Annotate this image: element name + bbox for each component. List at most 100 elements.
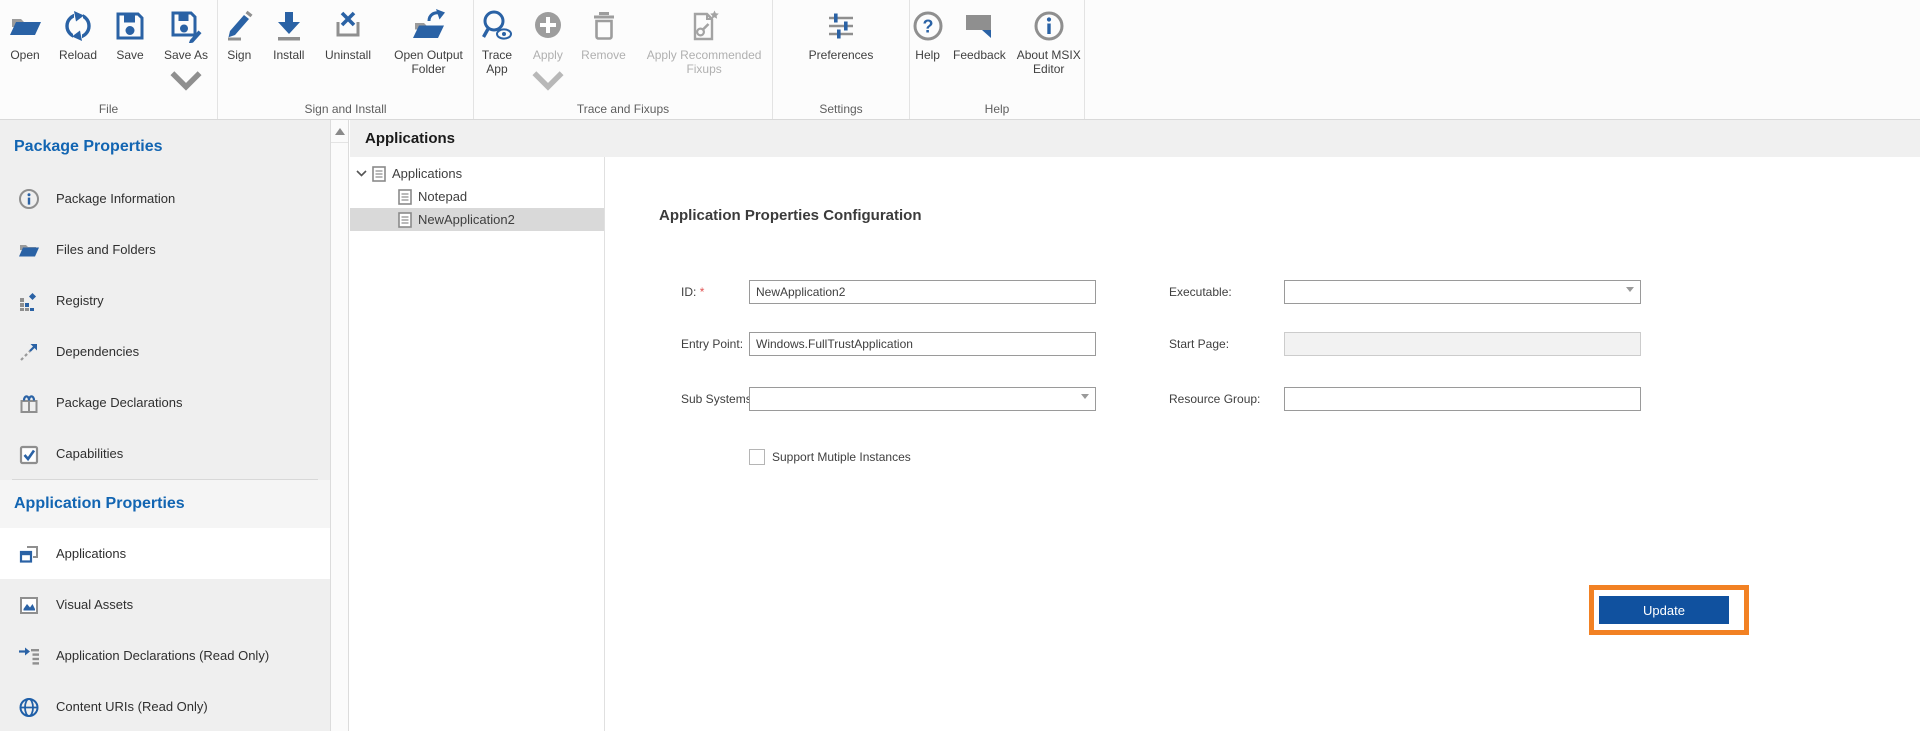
trace-app-button[interactable]: Trace App xyxy=(474,9,520,76)
sidebar-item-label: Content URIs (Read Only) xyxy=(56,699,208,714)
combo-arrow-icon[interactable] xyxy=(1626,287,1634,292)
update-button[interactable]: Update xyxy=(1599,596,1729,624)
panel-header: Applications xyxy=(350,120,1920,157)
tree-item-applications-root[interactable]: Applications xyxy=(350,162,604,185)
applications-tree: Applications Notepad NewApplication2 xyxy=(350,157,605,731)
gift-box-icon xyxy=(18,392,40,414)
feedback-button[interactable]: Feedback xyxy=(950,9,1008,62)
help-icon: ? xyxy=(911,9,945,43)
sub-systems-input[interactable] xyxy=(750,388,1075,410)
help-button[interactable]: ? Help xyxy=(910,9,945,62)
feedback-icon xyxy=(962,9,996,43)
install-button[interactable]: Install xyxy=(266,9,312,62)
sidebar-item-files-and-folders[interactable]: Files and Folders xyxy=(0,224,330,275)
form-heading: Application Properties Configuration xyxy=(659,207,922,224)
button-label: Save As xyxy=(164,48,208,62)
save-as-icon xyxy=(169,9,203,43)
ribbon-group-file: Open Reload xyxy=(0,0,218,119)
remove-button: Remove xyxy=(576,9,631,62)
document-icon xyxy=(372,166,386,182)
open-output-folder-button[interactable]: Open Output Folder xyxy=(384,9,473,76)
sidebar-item-applications[interactable]: Applications xyxy=(0,528,330,579)
chevron-down-icon[interactable] xyxy=(356,170,367,177)
registry-grid-icon xyxy=(18,290,40,312)
ribbon-group-label-settings: Settings xyxy=(773,102,909,116)
start-page-input xyxy=(1284,332,1641,356)
required-asterisk: * xyxy=(700,285,705,299)
sidebar-item-visual-assets[interactable]: Visual Assets xyxy=(0,579,330,630)
button-label: Open Output Folder xyxy=(384,48,473,76)
ribbon-group-label-help: Help xyxy=(910,102,1084,116)
open-button[interactable]: Open xyxy=(2,9,48,62)
sidebar-item-application-declarations[interactable]: Application Declarations (Read Only) xyxy=(0,630,330,681)
tree-item-label: NewApplication2 xyxy=(418,212,515,227)
sidebar-item-package-information[interactable]: Package Information xyxy=(0,173,330,224)
apply-recommended-fixups-button: Apply Recommended Fixups xyxy=(636,9,772,76)
globe-icon xyxy=(18,696,40,718)
image-icon xyxy=(18,594,40,616)
entry-point-input[interactable] xyxy=(749,332,1096,356)
open-output-folder-icon xyxy=(411,9,445,43)
save-button[interactable]: Save xyxy=(108,9,152,62)
about-msix-editor-button[interactable]: About MSIX Editor xyxy=(1013,9,1084,76)
save-as-button[interactable]: Save As xyxy=(157,9,215,97)
sidebar-scrollbar[interactable] xyxy=(330,120,349,731)
sidebar-item-label: Package Declarations xyxy=(56,395,182,410)
entry-point-label: Entry Point: xyxy=(681,332,743,356)
application-properties-form: Application Properties Configuration ID:… xyxy=(606,157,1920,731)
application-properties-header: Application Properties xyxy=(0,480,330,528)
sidebar-item-content-uris[interactable]: Content URIs (Read Only) xyxy=(0,681,330,731)
arrow-list-icon xyxy=(18,645,40,667)
update-button-highlight: Update xyxy=(1589,585,1749,635)
sub-systems-label: Sub Systems: xyxy=(681,387,755,411)
button-label: Save xyxy=(116,48,143,62)
button-label: Preferences xyxy=(809,48,874,62)
preferences-sliders-icon xyxy=(824,9,858,43)
sign-button[interactable]: Sign xyxy=(218,9,261,62)
app-windows-icon xyxy=(18,543,40,565)
ribbon-group-help: ? Help Feedback xyxy=(910,0,1085,119)
id-input[interactable] xyxy=(749,280,1096,304)
fixups-icon xyxy=(687,9,721,43)
resource-group-input[interactable] xyxy=(1284,387,1641,411)
sidebar-item-capabilities[interactable]: Capabilities xyxy=(0,428,330,479)
sub-systems-combobox[interactable] xyxy=(749,387,1096,411)
sidebar-item-registry[interactable]: Registry xyxy=(0,275,330,326)
reload-button[interactable]: Reload xyxy=(53,9,103,62)
document-icon xyxy=(398,212,412,228)
sidebar-item-dependencies[interactable]: Dependencies xyxy=(0,326,330,377)
executable-combobox[interactable] xyxy=(1284,280,1641,304)
preferences-button[interactable]: Preferences xyxy=(801,9,881,62)
sidebar-item-package-declarations[interactable]: Package Declarations xyxy=(0,377,330,428)
sidebar-item-label: Applications xyxy=(56,546,126,561)
button-label: Sign xyxy=(227,48,251,62)
button-label: Apply Recommended Fixups xyxy=(636,48,772,76)
ribbon-group-label-file: File xyxy=(0,102,217,116)
svg-text:?: ? xyxy=(922,17,933,37)
about-info-icon xyxy=(1032,9,1066,43)
button-label: Apply xyxy=(533,48,563,62)
resource-group-label: Resource Group: xyxy=(1169,387,1260,411)
apply-plus-icon xyxy=(531,9,565,43)
button-label: Feedback xyxy=(953,48,1006,62)
executable-input[interactable] xyxy=(1285,281,1620,303)
support-multiple-instances-label: Support Mutiple Instances xyxy=(772,448,911,466)
uninstall-button[interactable]: Uninstall xyxy=(317,9,379,62)
trace-app-icon xyxy=(480,9,514,43)
button-label: Trace App xyxy=(474,48,520,76)
support-multiple-instances-checkbox[interactable] xyxy=(749,449,765,465)
open-folder-icon xyxy=(8,9,42,43)
sidebar-item-label: Dependencies xyxy=(56,344,139,359)
chevron-down-icon xyxy=(531,63,565,97)
tree-item-notepad[interactable]: Notepad xyxy=(350,185,604,208)
checkbox-check-icon xyxy=(18,443,40,465)
reload-icon xyxy=(61,9,95,43)
tree-item-newapplication2[interactable]: NewApplication2 xyxy=(350,208,604,231)
ribbon-group-label-trace-fixups: Trace and Fixups xyxy=(474,102,772,116)
scroll-up-icon[interactable] xyxy=(335,128,345,135)
chevron-down-icon xyxy=(169,63,203,97)
combo-arrow-icon[interactable] xyxy=(1081,394,1089,399)
remove-trash-icon xyxy=(587,9,621,43)
sidebar-item-label: Capabilities xyxy=(56,446,123,461)
dependencies-arrow-icon xyxy=(18,341,40,363)
